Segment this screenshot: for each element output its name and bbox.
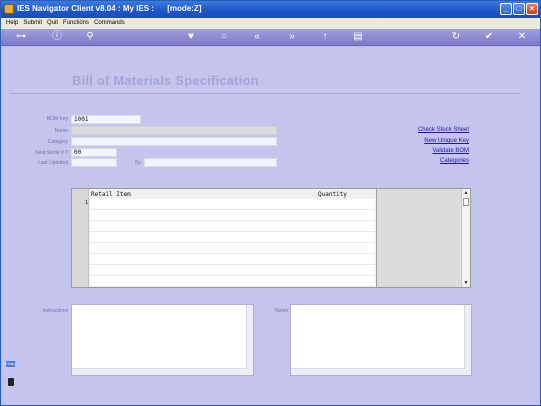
name-label: Name <box>54 128 68 134</box>
next-serial-field[interactable]: 00 <box>71 148 117 157</box>
refresh-icon[interactable]: ↻ <box>450 31 462 43</box>
forward-icon[interactable]: » <box>286 31 298 43</box>
bom-key-field[interactable]: 1001 <box>71 115 141 124</box>
notes-hscroll[interactable] <box>291 368 465 375</box>
minimize-button[interactable]: _ <box>500 3 512 15</box>
menu-submit[interactable]: Submit <box>23 18 42 29</box>
row-number: 1 <box>85 200 89 206</box>
title-divider <box>10 93 520 94</box>
scroll-up-icon[interactable]: ▲ <box>462 189 470 197</box>
info-icon[interactable]: ⓘ <box>51 31 63 43</box>
last-updated-field[interactable] <box>71 158 117 167</box>
grid-side-panel <box>376 189 461 287</box>
key-icon[interactable]: ⊶ <box>9 31 33 43</box>
app-window: IES Navigator Client v8.04 : My IES : [m… <box>0 0 541 406</box>
menu-quit[interactable]: Quit <box>47 18 58 29</box>
title-bar: IES Navigator Client v8.04 : My IES : [m… <box>1 1 540 18</box>
name-field[interactable] <box>71 126 277 135</box>
instructions-label: Instructions <box>42 308 68 314</box>
toolbar: ⊶ ⓘ ⚲ ♥ ○ « » ↑ ▤ ↻ ✔ ✕ <box>1 29 540 46</box>
by-label: By <box>135 160 141 166</box>
check-icon[interactable]: ✔ <box>483 31 495 43</box>
menu-bar: Help Submit Quit Functions Commands <box>1 18 540 29</box>
by-field[interactable] <box>144 158 277 167</box>
close-window-button[interactable]: × <box>526 3 538 15</box>
last-updated-label: Last Updated <box>38 160 68 166</box>
grid-scrollbar[interactable]: ▲ ▼ <box>461 189 470 287</box>
window-title: IES Navigator Client v8.04 : My IES : [m… <box>17 4 202 13</box>
check-stock-sheet-link[interactable]: Check Stock Sheet <box>379 127 469 133</box>
scroll-down-icon[interactable]: ▼ <box>462 279 470 287</box>
menu-help[interactable]: Help <box>6 18 18 29</box>
scroll-thumb[interactable] <box>463 198 469 206</box>
close-icon[interactable]: ✕ <box>516 31 528 43</box>
notes-textarea[interactable] <box>290 304 472 376</box>
instructions-textarea[interactable] <box>71 304 254 376</box>
help-badge[interactable]: Help <box>6 361 15 367</box>
notes-label: Notes <box>274 308 288 314</box>
notes-vscroll[interactable] <box>464 305 471 375</box>
category-field[interactable] <box>71 137 277 146</box>
menu-commands[interactable]: Commands <box>94 18 125 29</box>
bom-key-label: BOM Key <box>46 116 68 122</box>
column-header-retail-item[interactable]: Retail Item <box>91 191 131 198</box>
grid-rows[interactable] <box>90 199 375 287</box>
circle-icon[interactable]: ○ <box>218 31 230 43</box>
back-icon[interactable]: « <box>251 31 263 43</box>
next-serial-label: Next Serial # ? <box>35 150 68 156</box>
menu-functions[interactable]: Functions <box>63 18 89 29</box>
main-content: Bill of Materials Specification BOM Key … <box>2 47 540 405</box>
new-unique-key-link[interactable]: New Unique Key <box>379 138 469 144</box>
instructions-vscroll[interactable] <box>246 305 253 375</box>
category-label: Category <box>47 139 68 145</box>
page-title: Bill of Materials Specification <box>72 73 259 88</box>
validate-bom-link[interactable]: Validate BOM <box>379 148 469 154</box>
maximize-button[interactable]: □ <box>513 3 525 15</box>
heart-icon[interactable]: ♥ <box>185 31 197 43</box>
retail-items-grid: Retail Item Quantity 1 ▲ ▼ <box>71 188 471 288</box>
bookmark-icon[interactable] <box>8 378 14 386</box>
up-icon[interactable]: ↑ <box>319 31 331 43</box>
categories-link[interactable]: Categories <box>379 158 469 164</box>
app-logo-icon <box>4 4 14 14</box>
instructions-hscroll[interactable] <box>72 368 247 375</box>
column-header-quantity[interactable]: Quantity <box>318 191 347 198</box>
list-icon[interactable]: ▤ <box>352 31 364 43</box>
search-icon[interactable]: ⚲ <box>84 31 96 43</box>
